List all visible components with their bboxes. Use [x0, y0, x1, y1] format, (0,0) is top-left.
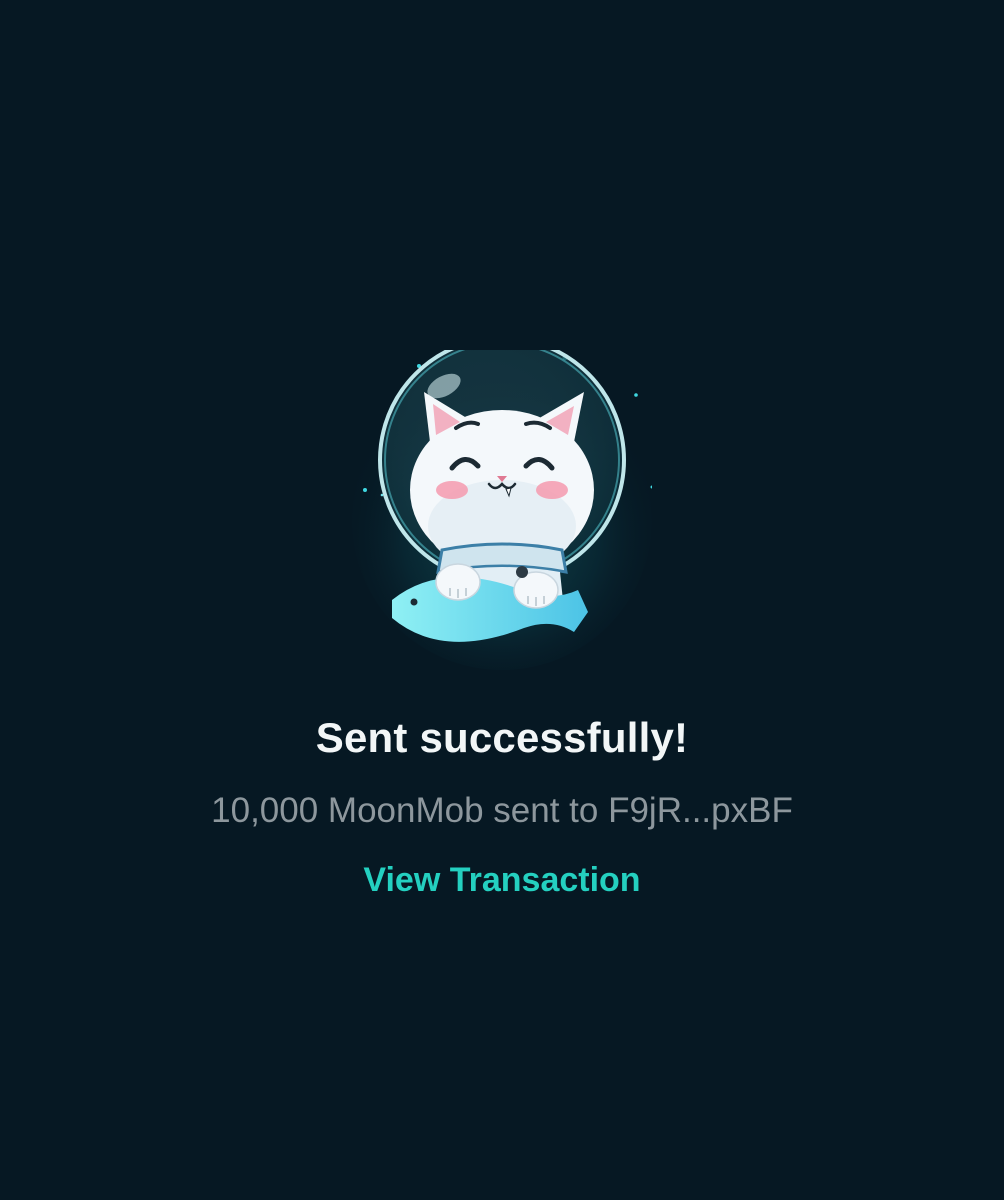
- success-title: Sent successfully!: [315, 714, 689, 761]
- view-transaction-link[interactable]: View Transaction: [0, 858, 1004, 902]
- astronaut-cat-icon: [352, 350, 652, 670]
- success-screen: Sent successfully! 10,000 MoonMob sent t…: [0, 0, 1004, 1200]
- transfer-summary: 10,000 MoonMob sent to F9jR...pxBF: [211, 791, 793, 830]
